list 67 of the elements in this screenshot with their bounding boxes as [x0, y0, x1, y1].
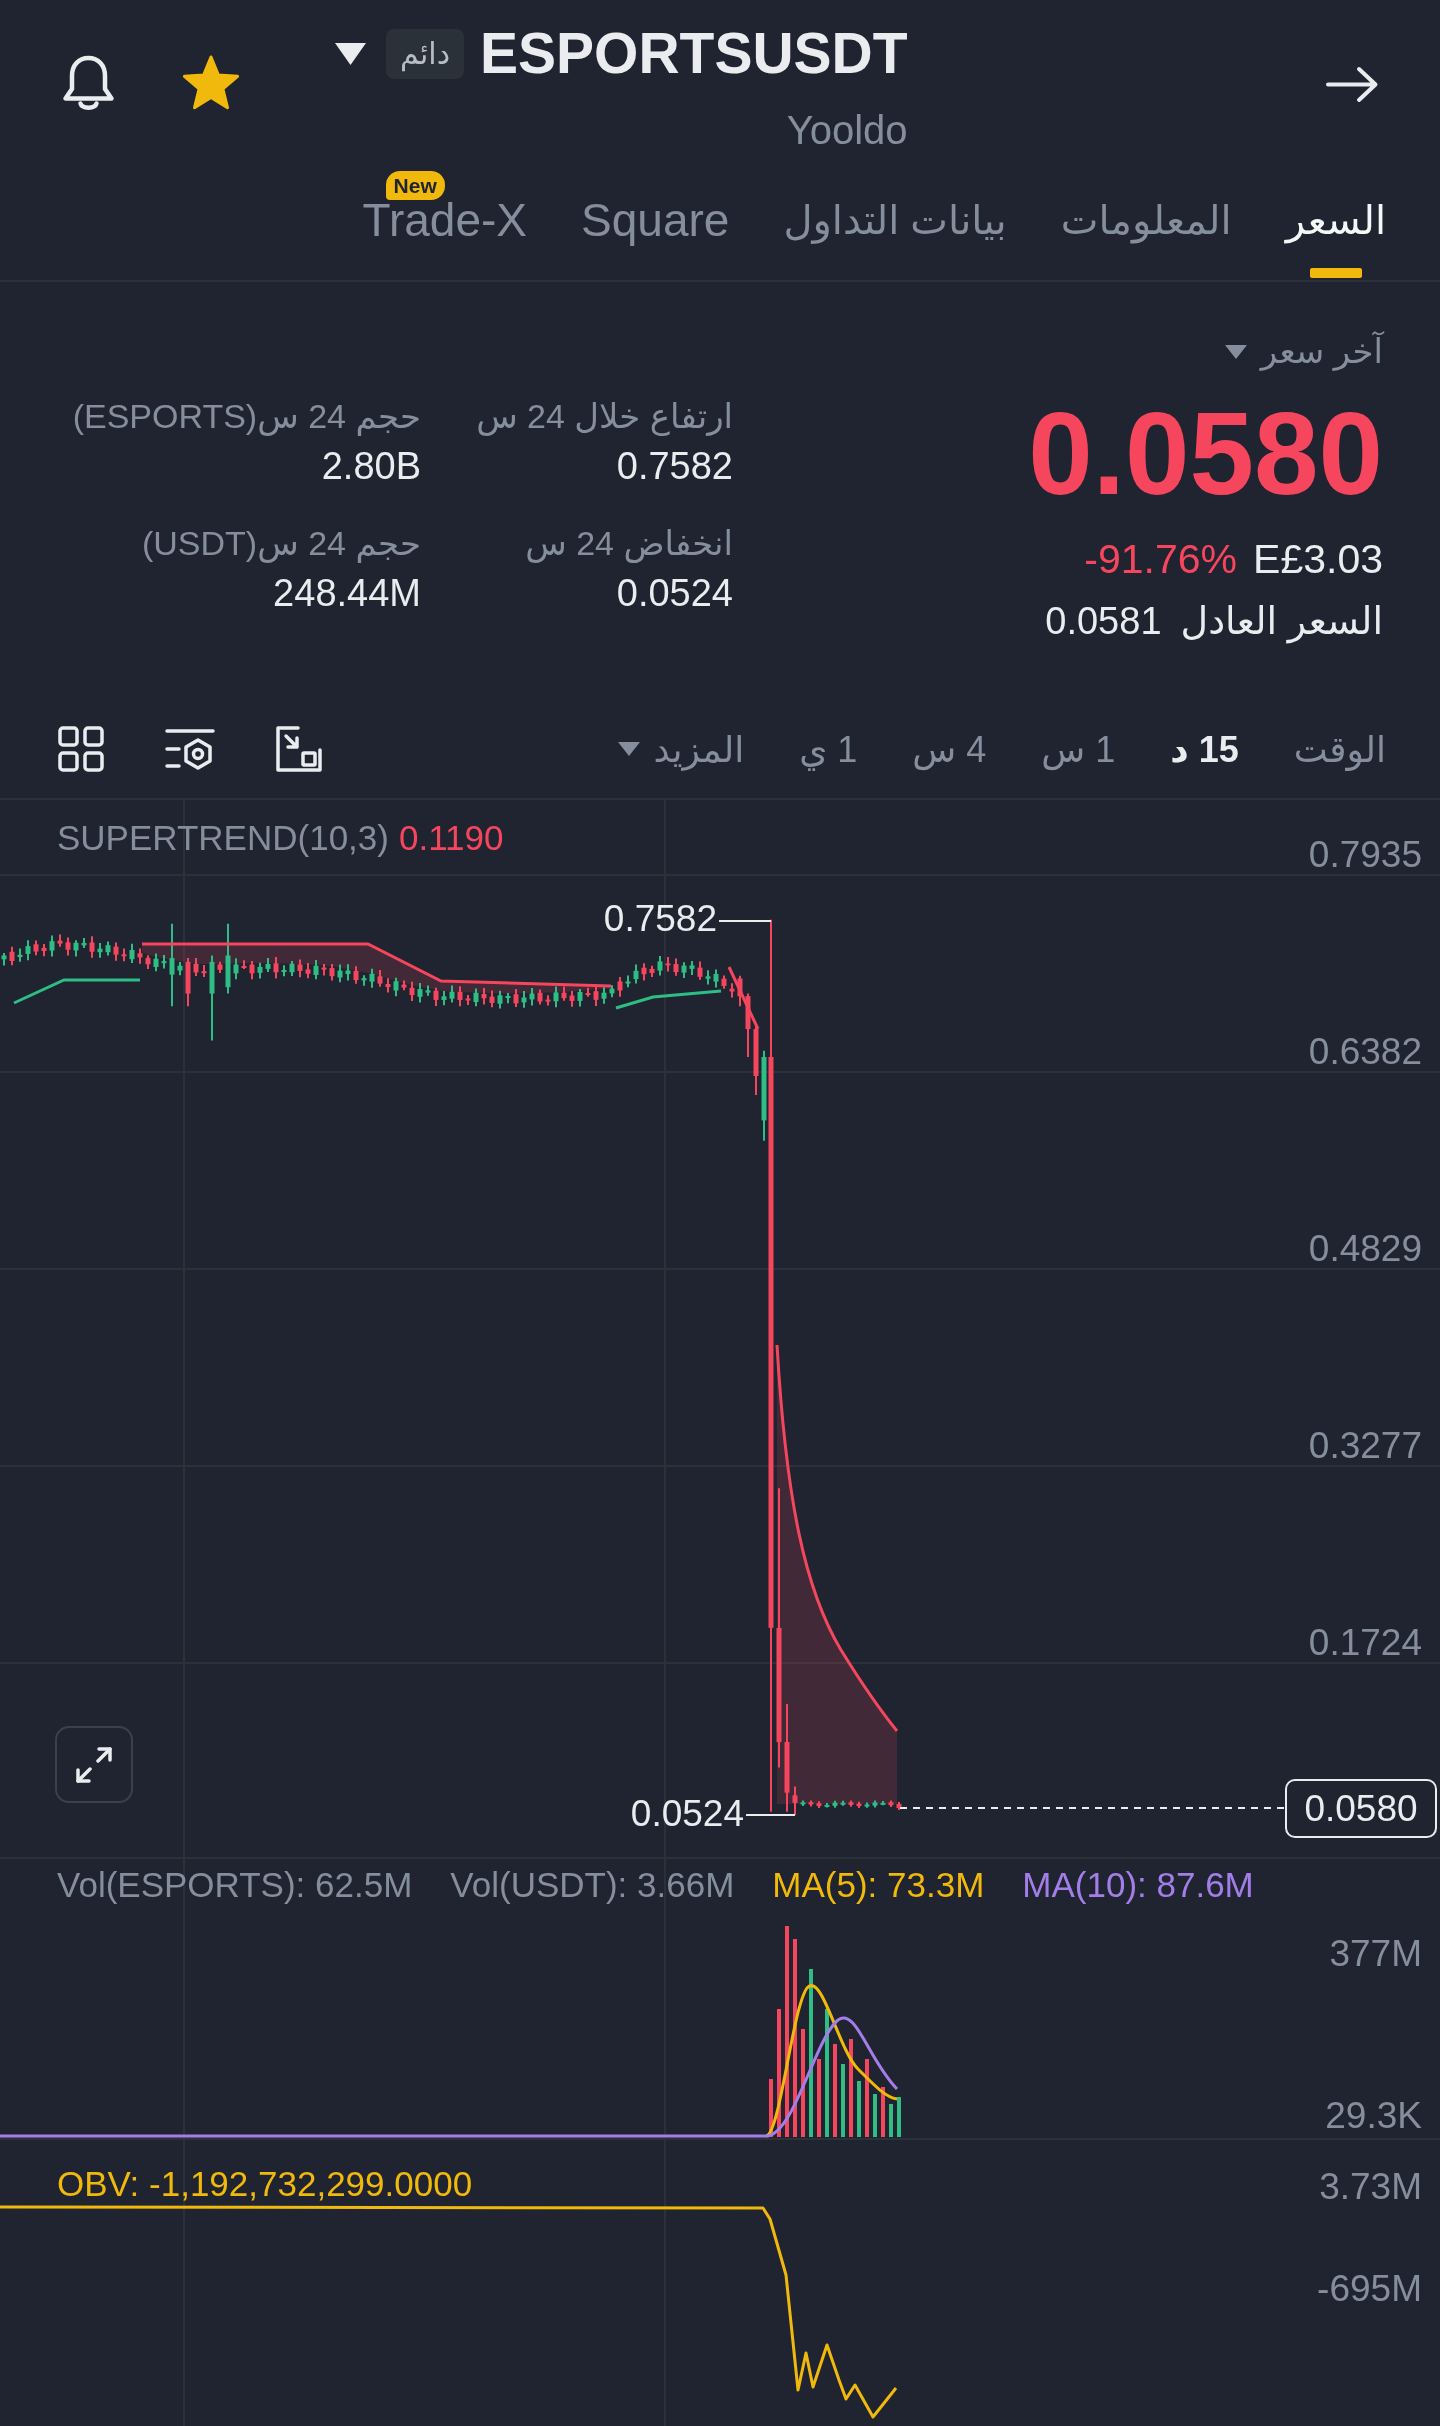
price-change: -91.76% [1084, 535, 1238, 584]
axis-label: 0.3277 [1308, 1427, 1422, 1464]
interval-tab[interactable]: 15 د [1170, 727, 1239, 771]
price-type-dropdown[interactable]: آخر سعر [1224, 331, 1383, 372]
fair-price-label: السعر العادل [1180, 599, 1383, 644]
more-dropdown[interactable]: المزيد [617, 727, 745, 771]
bell-icon[interactable] [60, 53, 117, 112]
last-price: 0.0580 [1028, 396, 1383, 512]
axis-label: 0.7935 [1308, 836, 1422, 873]
expand-icon [74, 1744, 114, 1785]
axis-label: 29.3K [1325, 2097, 1422, 2134]
stat-value: 0.7582 [615, 444, 733, 489]
stat-label: حجم 24 س(ESPORTS) [71, 396, 421, 437]
caret-icon [1224, 344, 1247, 359]
star-icon[interactable] [181, 55, 241, 111]
indicator-name: SUPERTREND(10,3) [57, 818, 389, 858]
high-price-label: 0.7582 [603, 900, 717, 937]
volume-bar [889, 2104, 893, 2137]
interval-tab[interactable]: الوقت [1293, 727, 1386, 771]
axis-label: 377M [1329, 1935, 1422, 1972]
project-name: Yooldo [785, 107, 908, 154]
axis-label: 0.6382 [1308, 1033, 1422, 1070]
tab[interactable]: السعر [1285, 193, 1386, 280]
caret-icon[interactable] [335, 42, 366, 65]
axis-label: 0.4829 [1308, 1230, 1422, 1267]
volume-bar [857, 2081, 861, 2137]
obv-legend: OBV: -1,192,732,299.0000 [57, 2164, 473, 2204]
axis-label: 0.1724 [1308, 1624, 1422, 1661]
expand-button[interactable] [55, 1726, 133, 1803]
stat-label: ارتفاع خلال 24 س [475, 396, 733, 437]
fiat-price: E£3.03 [1253, 535, 1383, 584]
low-price-label: 0.0524 [630, 1795, 744, 1832]
trend-line [727, 966, 760, 1030]
tab[interactable]: بيانات التداول [783, 193, 1007, 280]
tab[interactable]: المعلومات [1060, 193, 1232, 280]
interval-tab[interactable]: 4 س [912, 727, 987, 771]
arrow-right-icon[interactable] [1326, 66, 1379, 103]
axis-label: 3.73M [1319, 2168, 1422, 2205]
volume-bar [873, 2094, 877, 2137]
pair-title: ESPORTSUSDT [480, 25, 908, 82]
caret-icon [617, 742, 640, 756]
volume-bar [881, 2087, 885, 2137]
market-type-tag: دائم [386, 28, 464, 79]
legend-item: MA(5): 73.3M [772, 1865, 985, 1905]
fair-price-value: 0.0581 [1045, 599, 1162, 644]
list-settings-icon[interactable] [165, 726, 215, 772]
leader-line [745, 1814, 796, 1816]
stat-value: 248.44M [272, 571, 421, 616]
tab[interactable]: Square [581, 193, 730, 280]
legend-item: Vol(USDT): 3.66M [450, 1865, 735, 1905]
leader-line [718, 920, 772, 922]
legend-item: MA(10): 87.6M [1022, 1865, 1254, 1905]
interval-tab[interactable]: 1 ي [799, 727, 858, 771]
grid-icon[interactable] [58, 726, 104, 772]
indicator-value: 0.1190 [398, 818, 504, 858]
stat-label: حجم 24 س(USDT) [140, 523, 421, 564]
resize-icon[interactable] [276, 726, 322, 772]
legend-item: Vol(ESPORTS): 62.5M [57, 1865, 413, 1905]
stat-label: انخفاض 24 س [524, 523, 733, 564]
interval-tab[interactable]: 1 س [1041, 727, 1116, 771]
stat-value: 2.80B [320, 444, 421, 489]
axis-label: -695M [1317, 2270, 1422, 2307]
last-price-tag: 0.0580 [1285, 1779, 1437, 1838]
volume-bar [897, 2097, 901, 2137]
stat-value: 0.0524 [615, 571, 733, 616]
new-badge: New [385, 171, 445, 200]
volume-bar [769, 2079, 773, 2137]
